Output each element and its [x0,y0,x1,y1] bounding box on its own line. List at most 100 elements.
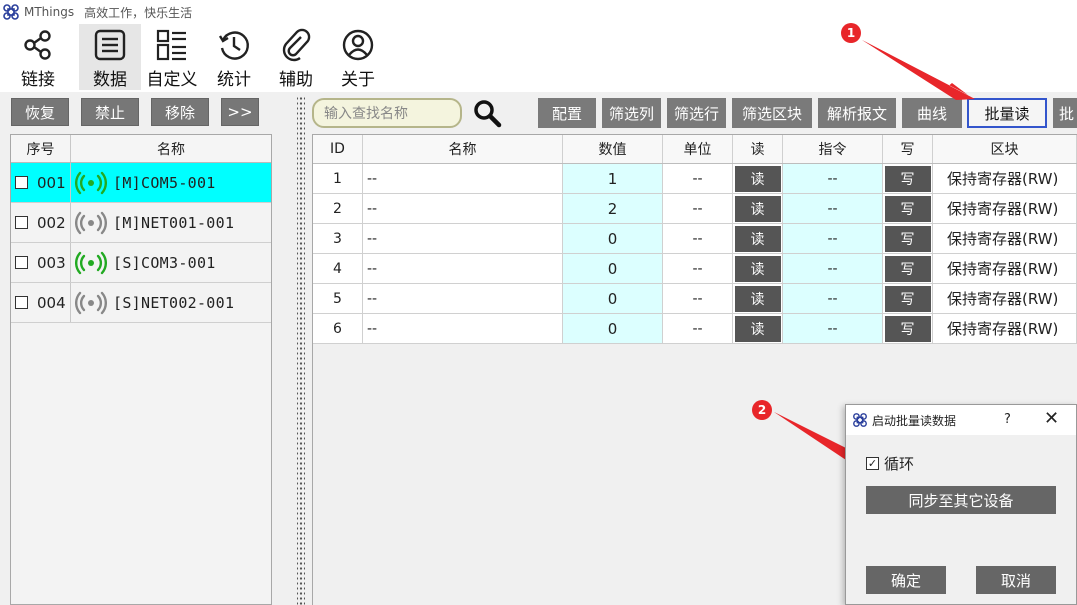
cell-value[interactable]: 2 [563,194,663,223]
sync-to-other-devices-button[interactable]: 同步至其它设备 [866,486,1056,514]
filter-blocks-button[interactable]: 筛选区块 [732,98,812,128]
annotation-marker-1: 1 [841,23,861,43]
read-button[interactable]: 读 [734,255,781,282]
write-button[interactable]: 写 [884,225,931,252]
cell-name[interactable]: -- [363,164,563,193]
batch-read-button[interactable]: 批量读 [967,98,1047,128]
device-row[interactable]: 002 [M]NET001-001 [11,203,271,243]
curve-button[interactable]: 曲线 [902,98,962,128]
table-row[interactable]: 5 -- 0 -- 读 -- 写保持寄存器(RW) [313,284,1077,314]
cell-value[interactable]: 0 [563,314,663,343]
panel-splitter[interactable] [297,96,305,605]
header-name[interactable]: 名称 [71,135,271,162]
device-checkbox[interactable] [15,216,28,229]
header-unit[interactable]: 单位 [663,135,733,163]
title-bar: MThings 高效工作，快乐生活 [0,0,1077,24]
header-command[interactable]: 指令 [783,135,883,163]
cell-command[interactable]: -- [783,224,883,253]
tool-about[interactable]: 关于 [327,24,389,90]
expand-button[interactable]: >> [221,98,259,126]
app-window: MThings 高效工作，快乐生活 链接 数据 自定义 统计 辅助 关于 恢复 … [0,0,1077,605]
batch-write-button[interactable]: 批 [1053,98,1077,128]
tool-about-label: 关于 [341,70,375,90]
cell-area: 保持寄存器(RW) [933,284,1077,313]
table-row[interactable]: 2 -- 2 -- 读 -- 写保持寄存器(RW) [313,194,1077,224]
cell-command[interactable]: -- [783,284,883,313]
cancel-button[interactable]: 取消 [976,566,1056,594]
device-row[interactable]: 004 [S]NET002-001 [11,283,271,323]
cell-value[interactable]: 0 [563,224,663,253]
write-button[interactable]: 写 [884,195,931,222]
header-name[interactable]: 名称 [363,135,563,163]
device-row[interactable]: 001 [M]COM5-001 [11,163,271,203]
disable-button[interactable]: 禁止 [81,98,139,126]
header-area[interactable]: 区块 [933,135,1077,163]
ok-button[interactable]: 确定 [866,566,946,594]
cell-name[interactable]: -- [363,314,563,343]
read-button[interactable]: 读 [734,225,781,252]
parse-message-button[interactable]: 解析报文 [818,98,896,128]
loop-checkbox[interactable]: ✓ 循环 [866,453,914,474]
cell-name[interactable]: -- [363,254,563,283]
app-subtitle: 高效工作，快乐生活 [84,5,193,20]
tool-data[interactable]: 数据 [79,24,141,90]
header-read[interactable]: 读 [733,135,783,163]
header-value[interactable]: 数值 [563,135,663,163]
device-checkbox[interactable] [15,176,28,189]
table-row[interactable]: 3 -- 0 -- 读 -- 写保持寄存器(RW) [313,224,1077,254]
cell-unit: -- [663,194,733,223]
filter-columns-button[interactable]: 筛选列 [602,98,661,128]
filter-rows-button[interactable]: 筛选行 [667,98,726,128]
header-index[interactable]: 序号 [11,135,71,162]
device-name: [S]COM3-001 [113,253,216,272]
cell-command[interactable]: -- [783,164,883,193]
read-button[interactable]: 读 [734,315,781,342]
device-checkbox[interactable] [15,296,28,309]
write-button[interactable]: 写 [884,315,931,342]
cell-area: 保持寄存器(RW) [933,164,1077,193]
cell-command[interactable]: -- [783,254,883,283]
table-row[interactable]: 6 -- 0 -- 读 -- 写保持寄存器(RW) [313,314,1077,344]
tool-custom[interactable]: 自定义 [141,24,203,90]
dialog-title-bar: 启动批量读数据 ? ✕ [846,405,1076,435]
signal-icon [75,291,107,314]
device-row[interactable]: 003 [S]COM3-001 [11,243,271,283]
table-row[interactable]: 4 -- 0 -- 读 -- 写保持寄存器(RW) [313,254,1077,284]
tool-statistics-label: 统计 [217,70,251,90]
cell-command[interactable]: -- [783,314,883,343]
cell-read: 读 [733,164,783,193]
search-input[interactable]: 输入查找名称 [312,98,462,128]
cell-command[interactable]: -- [783,194,883,223]
header-id[interactable]: ID [313,135,363,163]
write-button[interactable]: 写 [884,255,931,282]
checkbox-check-icon[interactable]: ✓ [866,457,879,470]
write-button[interactable]: 写 [884,285,931,312]
header-write[interactable]: 写 [883,135,933,163]
read-button[interactable]: 读 [734,285,781,312]
cell-value[interactable]: 0 [563,254,663,283]
cell-read: 读 [733,224,783,253]
read-button[interactable]: 读 [734,165,781,192]
remove-button[interactable]: 移除 [151,98,209,126]
close-icon[interactable]: ✕ [1044,408,1059,429]
tool-link[interactable]: 链接 [7,24,69,90]
cell-name[interactable]: -- [363,194,563,223]
tool-statistics[interactable]: 统计 [203,24,265,90]
help-button[interactable]: ? [1004,412,1011,427]
search-icon[interactable] [472,98,502,128]
config-button[interactable]: 配置 [538,98,596,128]
device-checkbox[interactable] [15,256,28,269]
cell-name[interactable]: -- [363,284,563,313]
restore-button[interactable]: 恢复 [11,98,69,126]
read-button[interactable]: 读 [734,195,781,222]
cell-write: 写 [883,314,933,343]
custom-layout-icon [156,29,186,61]
tool-assist[interactable]: 辅助 [265,24,327,90]
cell-value[interactable]: 0 [563,284,663,313]
cell-value[interactable]: 1 [563,164,663,193]
cell-name[interactable]: -- [363,224,563,253]
device-name-cell: [S]COM3-001 [71,243,271,282]
write-button[interactable]: 写 [884,165,931,192]
table-row[interactable]: 1 -- 1 -- 读 -- 写保持寄存器(RW) [313,164,1077,194]
app-name: MThings [24,5,75,19]
